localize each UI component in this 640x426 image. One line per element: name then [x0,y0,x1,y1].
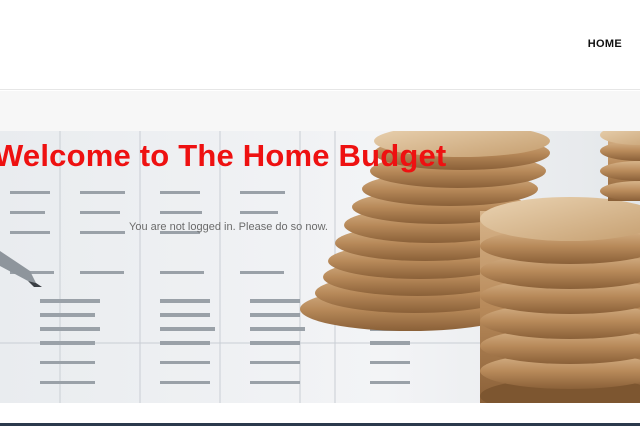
login-status-message: You are not logged in. Please do so now. [129,221,328,233]
hero-title: Welcome to The Home Budget [0,138,447,173]
content-spacer [0,403,640,423]
nav-home-link[interactable]: HOME [588,38,622,50]
header-spacer [0,91,640,131]
top-navbar: HOME [0,0,640,90]
